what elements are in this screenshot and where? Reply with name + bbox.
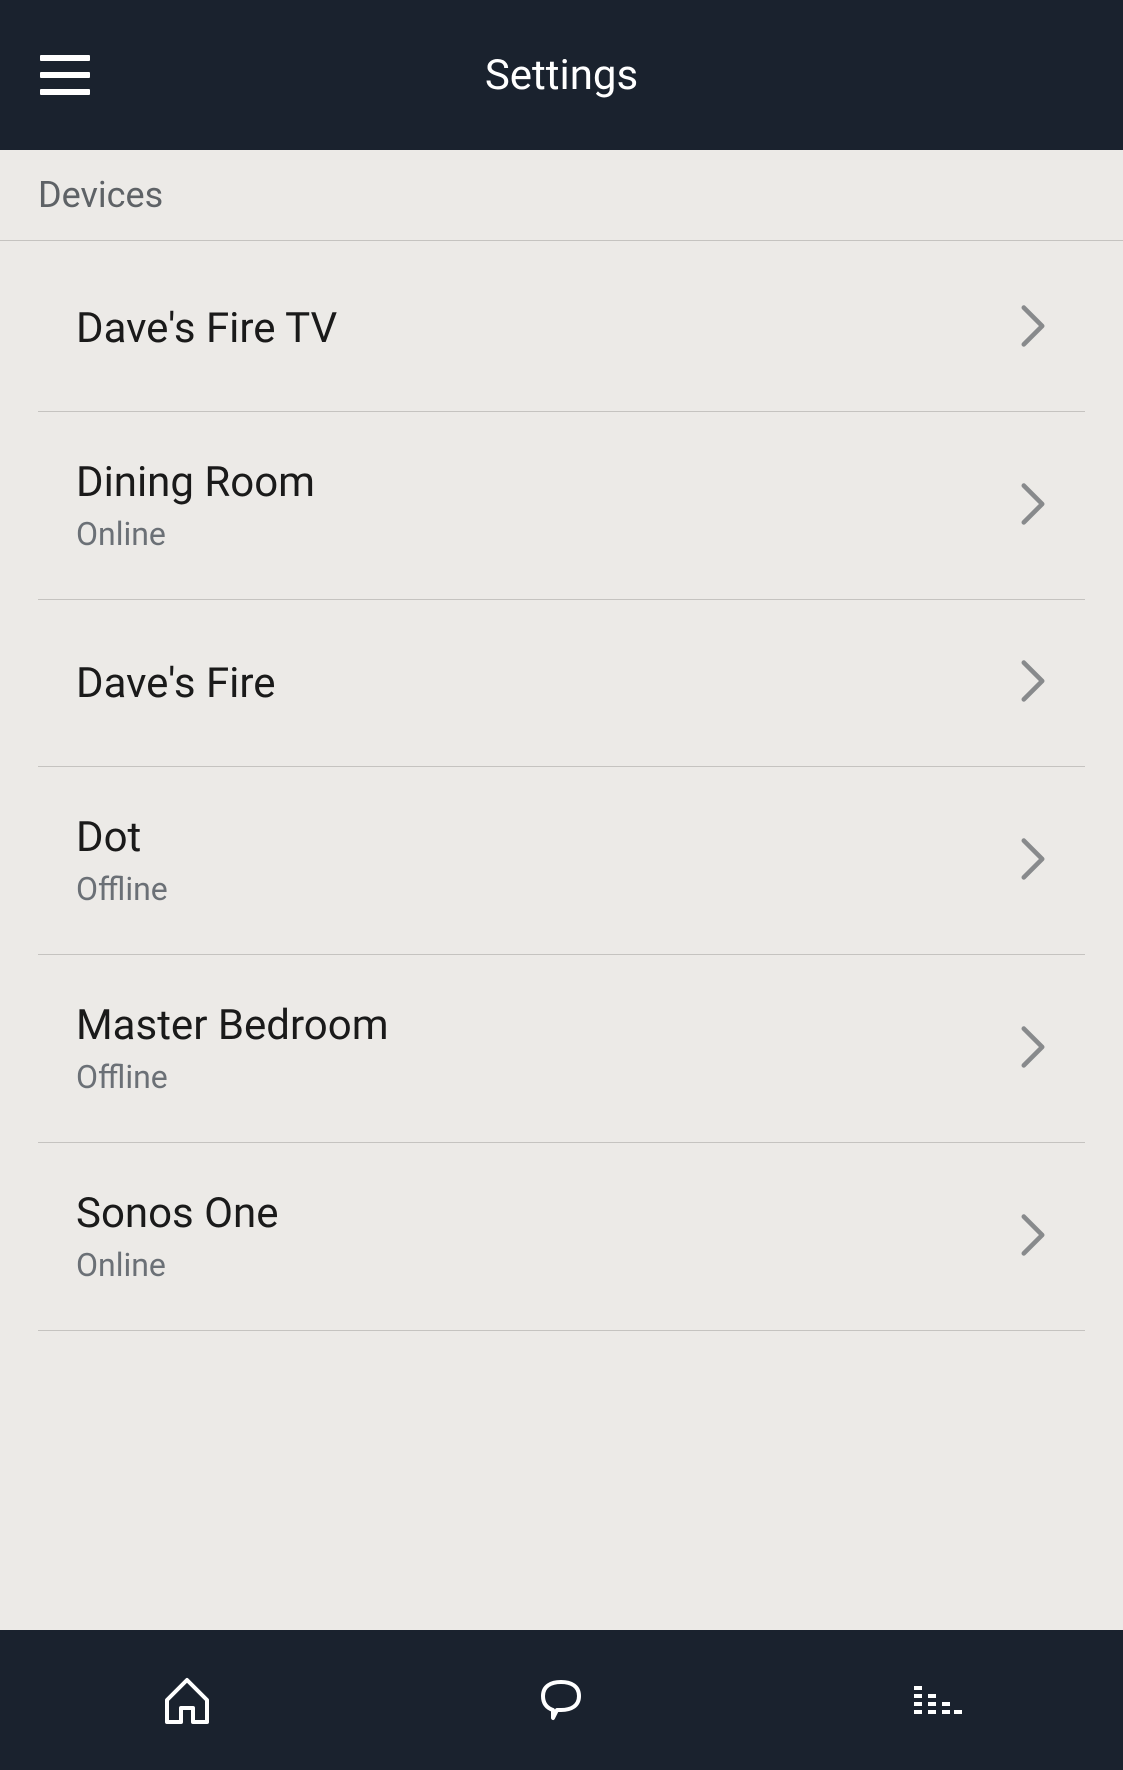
device-status: Offline	[76, 1058, 389, 1096]
device-row[interactable]: Dot Offline	[38, 767, 1085, 955]
chevron-right-icon	[1019, 836, 1047, 886]
device-info: Dave's Fire TV	[76, 304, 337, 353]
section-header: Devices	[0, 150, 1123, 241]
bottom-nav	[0, 1630, 1123, 1770]
device-name: Dot	[76, 813, 168, 862]
device-row[interactable]: Dining Room Online	[38, 412, 1085, 600]
device-info: Master Bedroom Offline	[76, 1001, 389, 1096]
device-status: Online	[76, 1246, 279, 1284]
page-title: Settings	[0, 51, 1123, 100]
device-info: Dot Offline	[76, 813, 168, 908]
equalizer-icon[interactable]	[903, 1667, 969, 1733]
device-name: Dave's Fire	[76, 659, 276, 708]
device-name: Master Bedroom	[76, 1001, 389, 1050]
device-info: Dining Room Online	[76, 458, 315, 553]
device-status: Online	[76, 515, 315, 553]
device-row[interactable]: Master Bedroom Offline	[38, 955, 1085, 1143]
menu-icon[interactable]	[40, 55, 90, 95]
device-row[interactable]: Dave's Fire	[38, 600, 1085, 767]
device-info: Dave's Fire	[76, 659, 276, 708]
device-info: Sonos One Online	[76, 1189, 279, 1284]
device-row[interactable]: Sonos One Online	[38, 1143, 1085, 1331]
chevron-right-icon	[1019, 658, 1047, 708]
chevron-right-icon	[1019, 481, 1047, 531]
device-status: Offline	[76, 870, 168, 908]
chevron-right-icon	[1019, 1024, 1047, 1074]
home-icon[interactable]	[154, 1667, 220, 1733]
device-name: Sonos One	[76, 1189, 279, 1238]
section-title: Devices	[38, 174, 1085, 216]
device-list: Dave's Fire TV Dining Room Online Dave's…	[0, 241, 1123, 1630]
device-name: Dave's Fire TV	[76, 304, 337, 353]
chevron-right-icon	[1019, 1212, 1047, 1262]
chevron-right-icon	[1019, 303, 1047, 353]
header-bar: Settings	[0, 0, 1123, 150]
device-name: Dining Room	[76, 458, 315, 507]
device-row[interactable]: Dave's Fire TV	[38, 245, 1085, 412]
chat-icon[interactable]	[528, 1667, 594, 1733]
